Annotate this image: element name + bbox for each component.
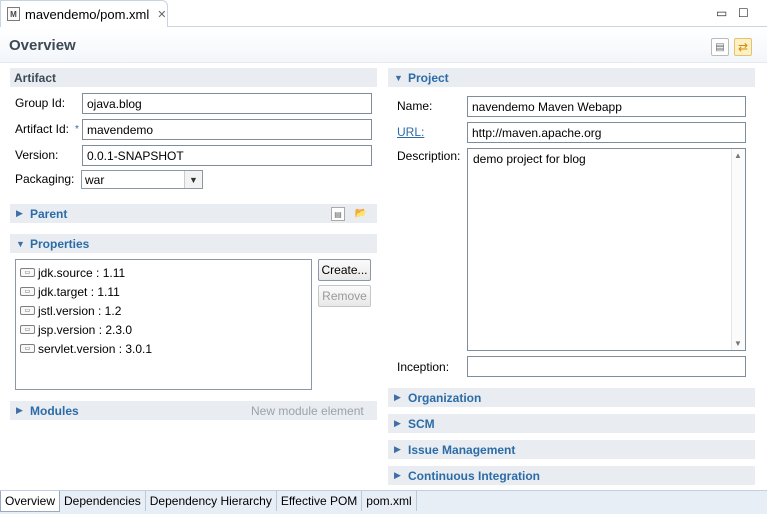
name-label: Name:	[397, 99, 433, 113]
tab-effective-pom[interactable]: Effective POM	[277, 491, 363, 511]
collapse-arrow-icon: ▼	[16, 238, 25, 249]
overview-header: Overview ▤ ⇄	[0, 28, 767, 63]
property-icon: ▭	[20, 325, 35, 334]
maximize-icon[interactable]: ☐	[738, 6, 749, 20]
expand-arrow-icon: ▶	[394, 418, 401, 428]
scroll-up-icon[interactable]: ▲	[734, 151, 742, 160]
project-section-label: Project	[408, 70, 449, 85]
remove-property-button[interactable]: Remove	[318, 285, 371, 307]
refresh-icon[interactable]: ⇄	[734, 38, 752, 56]
editor-tab-title: mavendemo/pom.xml	[25, 6, 150, 22]
list-item[interactable]: ▭ jsp.version : 2.3.0	[20, 320, 307, 339]
inception-label: Inception:	[397, 360, 450, 374]
url-input[interactable]	[467, 122, 746, 143]
packaging-select[interactable]: war ▼	[81, 170, 203, 189]
close-icon[interactable]: ✕	[157, 8, 166, 21]
expand-arrow-icon: ▶	[16, 405, 23, 415]
continuous-integration-section-label: Continuous Integration	[408, 468, 540, 483]
artifact-section-label: Artifact	[14, 70, 57, 85]
expand-arrow-icon: ▶	[394, 470, 401, 480]
modules-section-label: Modules	[30, 403, 79, 418]
editor-tab-bar: M mavendemo/pom.xml ✕ ▭ ☐	[0, 0, 767, 27]
scm-section-label: SCM	[408, 416, 435, 431]
property-icon: ▭	[20, 344, 35, 353]
minimize-icon[interactable]: ▭	[716, 6, 727, 20]
tab-pom-xml[interactable]: pom.xml	[362, 491, 417, 511]
expand-arrow-icon: ▶	[394, 444, 401, 454]
organization-section-label: Organization	[408, 390, 482, 405]
description-label: Description:	[397, 149, 461, 163]
list-item[interactable]: ▭ servlet.version : 3.0.1	[20, 339, 307, 358]
chevron-down-icon: ▼	[184, 171, 202, 188]
property-icon: ▭	[20, 268, 35, 277]
expand-arrow-icon: ▶	[394, 392, 401, 402]
url-link[interactable]: URL:	[397, 125, 424, 139]
select-parent-icon[interactable]: ▤	[331, 207, 345, 221]
new-module-element-link[interactable]: New module element	[251, 404, 364, 418]
packaging-label: Packaging:	[15, 172, 75, 186]
scm-section-header[interactable]: ▶ SCM	[388, 414, 755, 433]
list-item[interactable]: ▭ jdk.target : 1.11	[20, 282, 307, 301]
tab-dependency-hierarchy[interactable]: Dependency Hierarchy	[146, 491, 277, 511]
continuous-integration-section-header[interactable]: ▶ Continuous Integration	[388, 466, 755, 485]
tab-dependencies[interactable]: Dependencies	[60, 491, 146, 511]
name-input[interactable]	[467, 96, 746, 117]
parent-section-label: Parent	[30, 206, 68, 221]
version-input[interactable]	[82, 145, 372, 166]
artifact-id-input[interactable]	[82, 119, 372, 140]
packaging-value: war	[85, 172, 105, 187]
expand-arrow-icon: ▶	[16, 208, 23, 218]
page-tabs: Overview Dependencies Dependency Hierarc…	[0, 490, 767, 514]
property-icon: ▭	[20, 287, 35, 296]
artifact-id-label: Artifact Id:	[15, 122, 70, 136]
properties-section-header[interactable]: ▼ Properties	[10, 234, 377, 253]
parent-section-header[interactable]: ▶ Parent	[10, 204, 377, 223]
list-item[interactable]: ▭ jstl.version : 1.2	[20, 301, 307, 320]
group-id-label: Group Id:	[15, 96, 66, 110]
create-property-button[interactable]: Create...	[318, 259, 371, 281]
list-item[interactable]: ▭ jdk.source : 1.11	[20, 263, 307, 282]
show-effective-pom-icon[interactable]: ▤	[711, 38, 729, 56]
xml-file-icon: M	[7, 7, 20, 21]
description-scrollbar[interactable]: ▲ ▼	[731, 149, 745, 350]
editor-tab-pom[interactable]: M mavendemo/pom.xml ✕	[0, 0, 168, 27]
artifact-section-header: Artifact	[10, 68, 377, 87]
property-icon: ▭	[20, 306, 35, 315]
project-section-header[interactable]: ▼ Project	[388, 68, 755, 87]
version-label: Version:	[15, 148, 59, 162]
description-text: demo project for blog	[473, 152, 586, 166]
properties-list[interactable]: ▭ jdk.source : 1.11 ▭ jdk.target : 1.11 ▭ j…	[15, 259, 312, 390]
issue-management-section-header[interactable]: ▶ Issue Management	[388, 440, 755, 459]
page-title: Overview	[9, 37, 76, 54]
description-textarea[interactable]: demo project for blog ▲ ▼	[467, 148, 746, 351]
issue-management-section-label: Issue Management	[408, 442, 516, 457]
scroll-down-icon[interactable]: ▼	[734, 339, 742, 348]
properties-section-label: Properties	[30, 236, 90, 251]
open-folder-icon[interactable]: 📂	[354, 206, 368, 220]
inception-input[interactable]	[467, 356, 746, 377]
group-id-input[interactable]	[82, 93, 372, 114]
collapse-arrow-icon: ▼	[394, 72, 403, 83]
tab-overview[interactable]: Overview	[0, 491, 61, 512]
organization-section-header[interactable]: ▶ Organization	[388, 388, 755, 407]
required-marker: *	[75, 124, 79, 135]
